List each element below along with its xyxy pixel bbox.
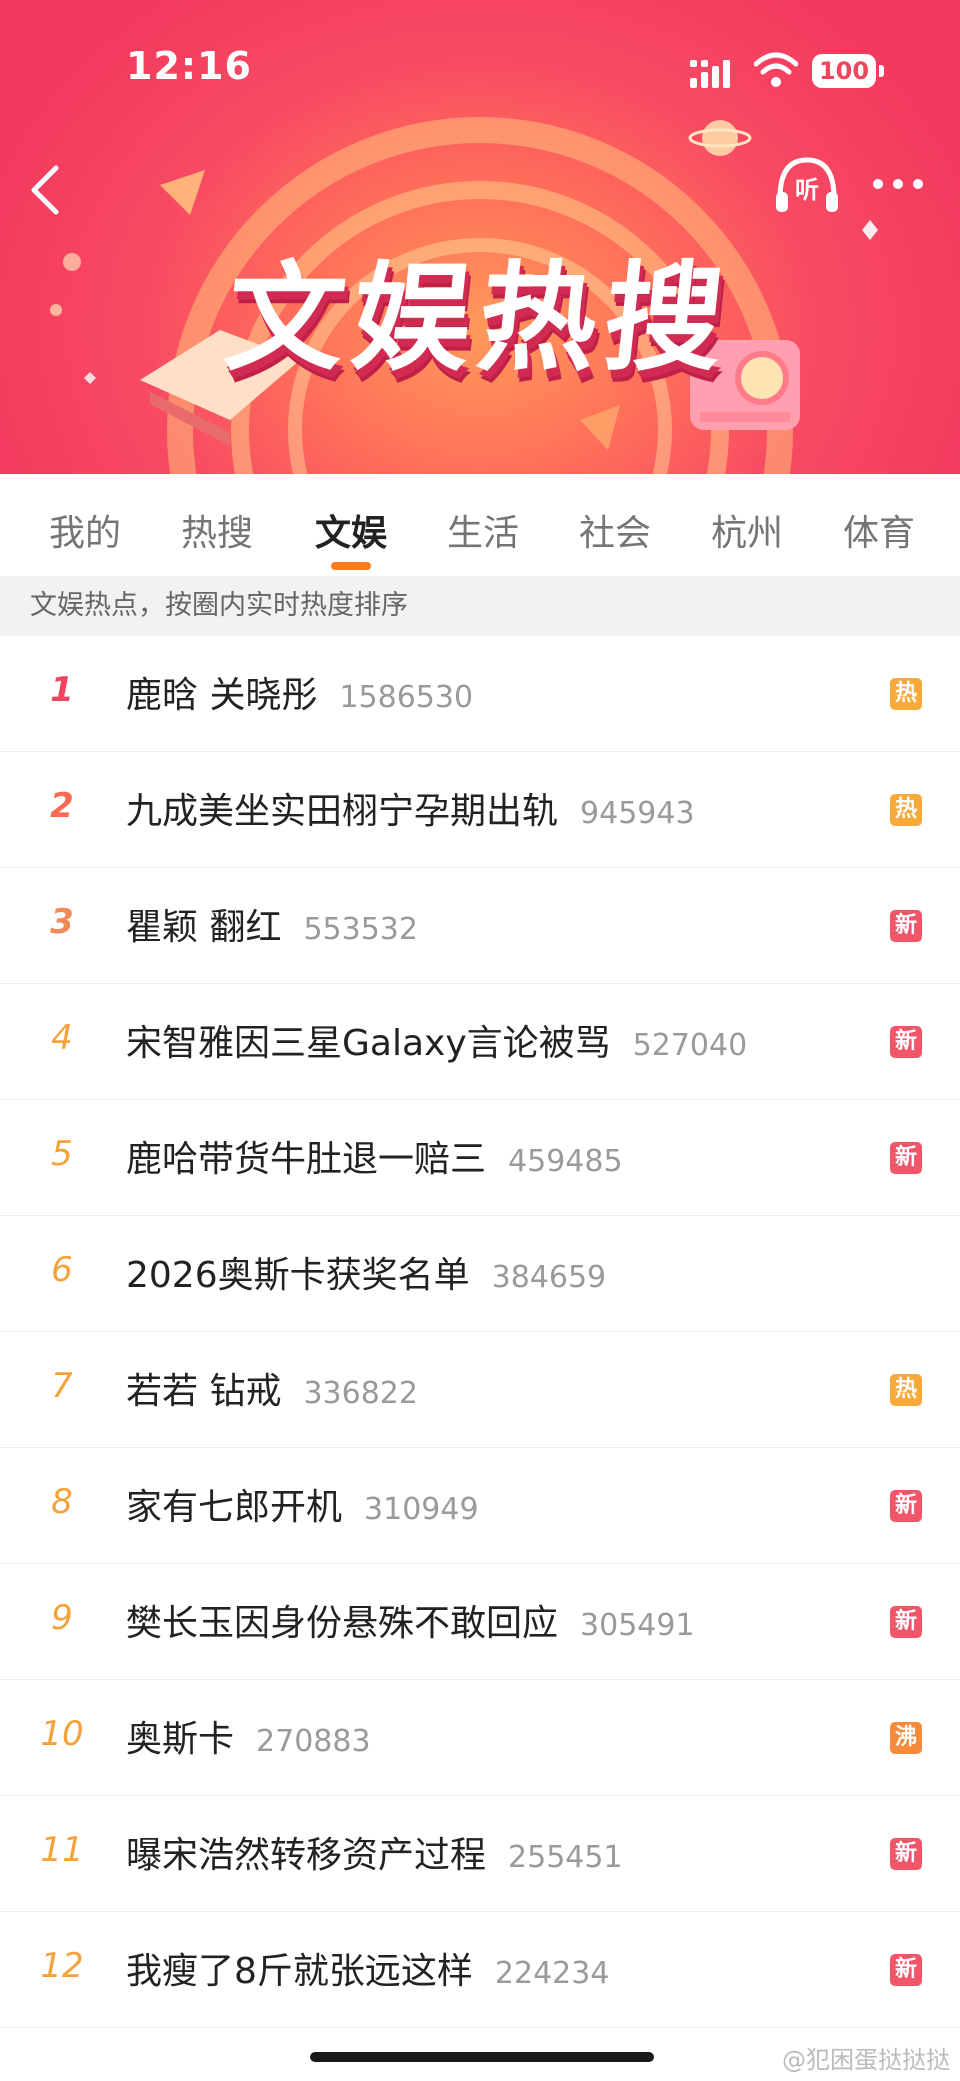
cellular-signal-icon bbox=[690, 60, 730, 88]
hot-badge: 热 bbox=[890, 1374, 922, 1406]
tab-entertainment[interactable]: 文娱 bbox=[306, 504, 396, 556]
item-title: 樊长玉因身份悬殊不敢回应 bbox=[126, 1603, 559, 1644]
rank-number: 7 bbox=[51, 1366, 73, 1406]
item-heat-count: 459485 bbox=[508, 1144, 623, 1179]
list-item[interactable]: 1 鹿晗 关晓彤 1586530 热 bbox=[0, 636, 960, 752]
list-item[interactable]: 7 若若 钻戒 336822 热 bbox=[0, 1332, 960, 1448]
item-heat-count: 255451 bbox=[508, 1840, 623, 1875]
header-banner: 12:16 100 听 文娱热搜 bbox=[0, 0, 960, 474]
item-title: 奥斯卡 bbox=[126, 1719, 235, 1760]
boil-badge: 沸 bbox=[890, 1722, 922, 1754]
tab-life[interactable]: 生活 bbox=[438, 504, 528, 556]
rank-number: 9 bbox=[51, 1598, 73, 1638]
category-tabs: 我的 热搜 文娱 生活 社会 杭州 体育 bbox=[0, 474, 960, 576]
list-item[interactable]: 9 樊长玉因身份悬殊不敢回应 305491 新 bbox=[0, 1564, 960, 1680]
home-indicator[interactable] bbox=[310, 2052, 654, 2062]
rank-number: 6 bbox=[51, 1250, 73, 1290]
list-item[interactable]: 6 2026奥斯卡获奖名单 384659 bbox=[0, 1216, 960, 1332]
new-badge: 新 bbox=[890, 910, 922, 942]
more-options-icon[interactable] bbox=[868, 164, 928, 204]
item-heat-count: 1586530 bbox=[339, 680, 474, 715]
list-description: 文娱热点，按圈内实时热度排序 bbox=[0, 576, 960, 636]
list-item[interactable]: 11 曝宋浩然转移资产过程 255451 新 bbox=[0, 1796, 960, 1912]
rank-number: 3 bbox=[50, 902, 74, 942]
rank-number: 4 bbox=[51, 1018, 73, 1058]
listen-button[interactable]: 听 bbox=[772, 154, 842, 218]
rank-number: 8 bbox=[51, 1482, 73, 1522]
hot-badge: 热 bbox=[890, 678, 922, 710]
status-time: 12:16 bbox=[126, 44, 252, 88]
hot-badge: 热 bbox=[890, 794, 922, 826]
list-item[interactable]: 12 我瘦了8斤就张远这样 224234 新 bbox=[0, 1912, 960, 2028]
status-bar: 12:16 100 bbox=[0, 0, 960, 140]
tab-hangzhou[interactable]: 杭州 bbox=[702, 504, 792, 556]
list-item[interactable]: 8 家有七郎开机 310949 新 bbox=[0, 1448, 960, 1564]
page-title: 文娱热搜 bbox=[219, 249, 739, 387]
tab-hot-search[interactable]: 热搜 bbox=[172, 504, 262, 556]
listen-label: 听 bbox=[795, 176, 819, 204]
tab-sports[interactable]: 体育 bbox=[834, 504, 924, 556]
new-badge: 新 bbox=[890, 1954, 922, 1986]
item-title: 九成美坐实田栩宁孕期出轨 bbox=[126, 791, 559, 832]
item-heat-count: 224234 bbox=[494, 1956, 610, 1991]
new-badge: 新 bbox=[890, 1606, 922, 1638]
item-title: 鹿哈带货牛肚退一赔三 bbox=[126, 1139, 487, 1180]
new-badge: 新 bbox=[890, 1026, 922, 1058]
list-item[interactable]: 4 宋智雅因三星Galaxy言论被骂 527040 新 bbox=[0, 984, 960, 1100]
item-heat-count: 945943 bbox=[580, 796, 695, 831]
list-item[interactable]: 2 九成美坐实田栩宁孕期出轨 945943 热 bbox=[0, 752, 960, 868]
new-badge: 新 bbox=[890, 1838, 922, 1870]
rank-number: 10 bbox=[40, 1714, 84, 1754]
watermark: @犯困蛋挞挞挞 bbox=[782, 2046, 950, 2074]
item-title: 鹿晗 关晓彤 bbox=[126, 675, 318, 716]
item-heat-count: 305491 bbox=[580, 1608, 695, 1643]
list-item[interactable]: 3 瞿颖 翻红 553532 新 bbox=[0, 868, 960, 984]
active-tab-indicator bbox=[331, 562, 371, 570]
item-heat-count: 553532 bbox=[303, 912, 418, 947]
rank-number: 2 bbox=[50, 786, 74, 826]
new-badge: 新 bbox=[890, 1142, 922, 1174]
battery-indicator: 100 bbox=[812, 54, 884, 88]
item-title: 2026奥斯卡获奖名单 bbox=[126, 1255, 470, 1296]
item-heat-count: 336822 bbox=[303, 1376, 418, 1411]
item-heat-count: 527040 bbox=[632, 1028, 748, 1063]
tab-mine[interactable]: 我的 bbox=[40, 504, 130, 556]
rank-number: 5 bbox=[51, 1134, 73, 1174]
item-title: 我瘦了8斤就张远这样 bbox=[126, 1951, 473, 1992]
item-heat-count: 310949 bbox=[364, 1492, 479, 1527]
item-heat-count: 384659 bbox=[491, 1260, 607, 1295]
hot-search-list: 1 鹿晗 关晓彤 1586530 热 2 九成美坐实田栩宁孕期出轨 945943 热… bbox=[0, 636, 960, 2028]
rank-number: 11 bbox=[40, 1830, 84, 1870]
list-item[interactable]: 10 奥斯卡 270883 沸 bbox=[0, 1680, 960, 1796]
item-title: 若若 钻戒 bbox=[126, 1371, 282, 1412]
back-arrow-icon[interactable] bbox=[22, 160, 72, 220]
item-title: 曝宋浩然转移资产过程 bbox=[126, 1835, 487, 1876]
list-item[interactable]: 5 鹿哈带货牛肚退一赔三 459485 新 bbox=[0, 1100, 960, 1216]
item-title: 家有七郎开机 bbox=[126, 1487, 343, 1528]
tab-society[interactable]: 社会 bbox=[570, 504, 660, 556]
item-title: 宋智雅因三星Galaxy言论被骂 bbox=[126, 1023, 611, 1064]
wifi-icon bbox=[754, 52, 798, 87]
rank-number: 1 bbox=[50, 670, 74, 710]
item-title: 瞿颖 翻红 bbox=[126, 907, 282, 948]
item-heat-count: 270883 bbox=[256, 1724, 371, 1759]
new-badge: 新 bbox=[890, 1490, 922, 1522]
rank-number: 12 bbox=[40, 1946, 84, 1986]
